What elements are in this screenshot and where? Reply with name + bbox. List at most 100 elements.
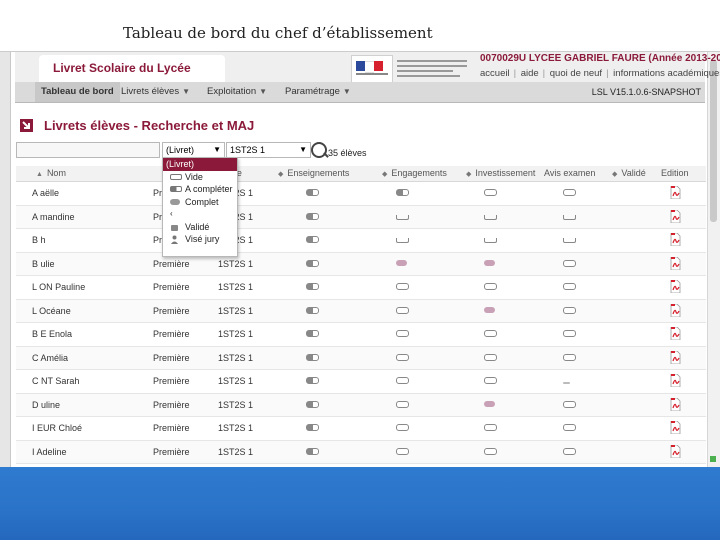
exam-status-icon[interactable] [563, 400, 576, 408]
exam-status-icon[interactable] [563, 447, 576, 455]
col-engagements[interactable]: ◆ Engagements [382, 166, 447, 181]
exam-status-icon[interactable] [563, 306, 576, 314]
col-enseignements[interactable]: ◆ Enseignements [278, 166, 349, 181]
table-row[interactable]: A mandinePremière1ST2S 1 [16, 205, 706, 229]
teaching-status-icon[interactable] [306, 306, 319, 314]
dropdown-option-separator[interactable]: ‹ [163, 208, 237, 221]
exam-status-icon[interactable] [563, 214, 576, 220]
pdf-icon[interactable] [670, 327, 681, 340]
investment-status-icon[interactable] [484, 377, 497, 384]
table-row[interactable]: B hPremière1ST2S 1 [16, 229, 706, 253]
exam-status-icon[interactable] [563, 424, 576, 431]
teaching-status-icon[interactable] [306, 236, 319, 243]
menu-exploitation[interactable]: Exploitation ▼ [201, 82, 273, 102]
dropdown-option-complet[interactable]: Complet [163, 196, 237, 209]
teaching-status-icon[interactable] [306, 189, 319, 196]
investment-status-icon[interactable] [484, 259, 495, 266]
engagement-status-icon[interactable] [396, 377, 409, 384]
dropdown-option-vide[interactable]: Vide [163, 171, 237, 184]
vertical-scrollbar[interactable] [707, 52, 720, 468]
table-row[interactable]: C Amélia Première 1ST2S 1 [16, 346, 706, 370]
engagement-status-icon[interactable] [396, 306, 409, 314]
menu-parametrage[interactable]: Paramétrage ▼ [279, 82, 357, 102]
col-investissement[interactable]: ◆ Investissement [466, 166, 535, 181]
exam-status-icon[interactable] [563, 238, 576, 243]
table-row[interactable]: D uline Première 1ST2S 1 [16, 393, 706, 417]
pdf-icon[interactable] [670, 186, 681, 199]
exam-status-icon[interactable] [563, 330, 576, 337]
engagement-status-icon[interactable] [396, 424, 409, 431]
engagement-status-icon[interactable] [396, 214, 409, 220]
engagement-status-icon[interactable] [396, 283, 409, 290]
pdf-icon[interactable] [670, 397, 681, 411]
teaching-status-icon[interactable] [306, 330, 319, 337]
engagement-status-icon[interactable] [396, 259, 407, 266]
menu-livrets-eleves[interactable]: Livrets élèves ▼ [115, 82, 196, 102]
pdf-icon[interactable] [670, 233, 681, 246]
teaching-status-icon[interactable] [306, 377, 319, 384]
pdf-icon[interactable] [670, 350, 681, 364]
investment-status-icon[interactable] [484, 447, 497, 455]
menu-tableau-de-bord[interactable]: Tableau de bord [35, 82, 120, 102]
investment-status-icon[interactable] [484, 424, 497, 431]
pdf-icon[interactable] [670, 209, 681, 223]
col-edition[interactable]: Edition [661, 166, 689, 181]
dropdown-option-valide[interactable]: Validé [163, 221, 237, 234]
engagement-status-icon[interactable] [396, 400, 409, 408]
link-quoi-de-neuf[interactable]: quoi de neuf [550, 68, 602, 79]
engagement-status-icon[interactable] [396, 238, 409, 243]
table-row[interactable]: C NT Sarah Première 1ST2S 1 [16, 370, 706, 394]
engagement-status-icon[interactable] [396, 189, 409, 196]
name-filter-input[interactable] [16, 142, 160, 158]
table-row[interactable]: I EUR Chloé Première 1ST2S 1 [16, 417, 706, 441]
table-row[interactable]: L ON Pauline Première 1ST2S 1 [16, 276, 706, 300]
link-aide[interactable]: aide [521, 68, 539, 79]
teaching-status-icon[interactable] [306, 283, 319, 290]
engagement-status-icon[interactable] [396, 330, 409, 337]
pdf-icon[interactable] [670, 280, 681, 293]
table-row[interactable]: L Océane Première 1ST2S 1 [16, 299, 706, 323]
engagement-status-icon[interactable] [396, 447, 409, 455]
class-select[interactable]: 1ST2S 1 ▼ [226, 142, 311, 158]
pdf-icon[interactable] [670, 374, 681, 387]
investment-status-icon[interactable] [484, 330, 497, 337]
table-row[interactable]: I Adeline Première 1ST2S 1 [16, 440, 706, 464]
teaching-status-icon[interactable] [306, 353, 319, 361]
exam-status-icon[interactable] [563, 283, 576, 290]
dropdown-option-a-completer[interactable]: A compléter [163, 183, 237, 196]
exam-status-icon[interactable] [563, 189, 576, 196]
status-select[interactable]: (Livret) ▼ [162, 142, 225, 158]
pdf-icon[interactable] [670, 303, 681, 317]
teaching-status-icon[interactable] [306, 212, 319, 220]
investment-status-icon[interactable] [484, 400, 495, 407]
investment-status-icon[interactable] [484, 214, 497, 220]
pdf-icon[interactable] [670, 421, 681, 434]
investment-status-icon[interactable] [484, 306, 495, 313]
investment-status-icon[interactable] [484, 353, 497, 361]
table-row[interactable]: A aëllePremière1ST2S 1 [16, 182, 706, 206]
investment-status-icon[interactable] [484, 283, 497, 290]
pdf-icon[interactable] [670, 256, 681, 270]
engagement-status-icon[interactable] [396, 353, 409, 361]
search-icon[interactable] [311, 142, 327, 158]
col-avis-examen[interactable]: Avis examen [544, 166, 595, 181]
col-valide[interactable]: ◆ Validé [612, 166, 646, 181]
app-tab[interactable]: Livret Scolaire du Lycée [39, 55, 225, 82]
dropdown-option-vise-jury[interactable]: Visé jury [163, 233, 237, 246]
exam-status-icon[interactable] [563, 353, 576, 361]
investment-status-icon[interactable] [484, 238, 497, 243]
exam-status-icon[interactable] [563, 382, 570, 384]
scrollbar-thumb[interactable] [710, 60, 717, 222]
pdf-icon[interactable] [670, 444, 681, 458]
table-row[interactable]: B ulie Première 1ST2S 1 [16, 252, 706, 276]
teaching-status-icon[interactable] [306, 259, 319, 267]
teaching-status-icon[interactable] [306, 424, 319, 431]
teaching-status-icon[interactable] [306, 400, 319, 408]
link-accueil[interactable]: accueil [480, 68, 510, 79]
table-row[interactable]: B E Enola Première 1ST2S 1 [16, 323, 706, 347]
link-informations[interactable]: informations académiques [613, 68, 720, 79]
investment-status-icon[interactable] [484, 189, 497, 196]
col-name[interactable]: ▲ Nom [36, 166, 66, 181]
exam-status-icon[interactable] [563, 259, 576, 267]
teaching-status-icon[interactable] [306, 447, 319, 455]
